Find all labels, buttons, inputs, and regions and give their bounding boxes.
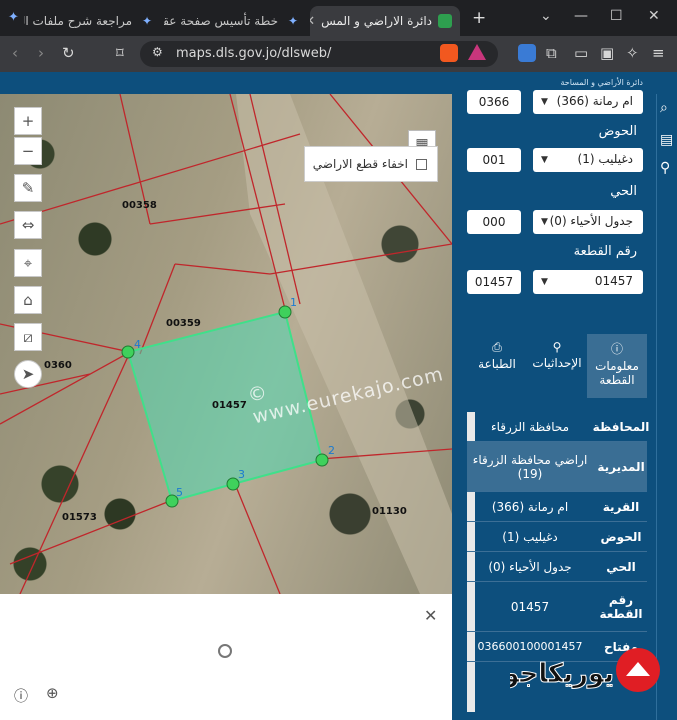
browser-tab-2[interactable]: ✦ خطة تأسيس صفحة عقار [164, 6, 306, 36]
side-rail: ⌕ ▤ ⚲ [656, 94, 677, 720]
leo-ai-icon[interactable]: ✧ [626, 44, 639, 62]
tab-favicon: ✦ [287, 14, 298, 28]
zoom-out-button[interactable]: − [14, 137, 42, 165]
info-popup: ✕ ⓘ ⊕ [0, 594, 452, 720]
logo-graphic: يوريكاجو [501, 648, 660, 692]
chevron-down-icon: ▼ [541, 277, 548, 287]
vertex-label: 4 [134, 338, 141, 351]
translate-icon[interactable] [518, 44, 536, 62]
draw-pencil-icon[interactable]: ✎ [14, 174, 42, 202]
chevron-down-icon: ▼ [541, 97, 548, 107]
zoom-in-button[interactable]: + [14, 107, 42, 135]
tab-title: خطة تأسيس صفحة عقار [164, 14, 278, 28]
brave-rewards-icon[interactable] [468, 44, 486, 60]
plot-number-input[interactable]: 01457 [467, 270, 521, 294]
table-row: المحافظة محافظة الزرقاء [467, 412, 649, 442]
tab-plot-info[interactable]: ⓘ معلومات القطعة [587, 334, 647, 398]
table-row: الحي جدول الأحياء (0) [467, 552, 647, 582]
menu-icon[interactable]: ≡ [652, 44, 665, 62]
forward-icon[interactable]: › [38, 44, 44, 62]
district-label: الحي [610, 184, 637, 199]
browser-tab-1[interactable]: ✦ مراجعة شرح ملفات الدرس [24, 6, 160, 36]
parcel-label: 00358 [122, 200, 157, 211]
minimize-icon[interactable]: — [574, 8, 588, 24]
search-icon[interactable]: ⌕ [660, 100, 668, 116]
eurekajo-logo: يوريكاجو [501, 644, 660, 694]
hide-parcels-toggle[interactable]: اخفاء قطع الاراضي [304, 146, 438, 182]
info-icon: ⓘ [610, 342, 623, 356]
close-tab-icon[interactable]: ✕ [310, 14, 315, 29]
info-icon[interactable]: ⓘ [14, 686, 28, 706]
map-canvas[interactable]: 00358 00359 0360 01457 01573 01130 1 2 3… [0, 94, 452, 594]
tab-favicon [438, 14, 452, 28]
layers-icon[interactable]: ▤ [660, 132, 673, 148]
window-close-icon[interactable]: ✕ [648, 8, 660, 24]
basin-select[interactable]: دغيليب (1) ▼ [533, 148, 643, 172]
app-header-title: دائرة الأراضي و المساحة [560, 78, 643, 87]
village-number-input[interactable]: 0366 [467, 90, 521, 114]
district-select[interactable]: جدول الأحياء (0) ▼ [533, 210, 643, 234]
bookmark-icon[interactable]: ⌑ [116, 44, 124, 62]
table-row: رقم القطعة 01457 [467, 582, 647, 632]
basin-label: الحوض [598, 124, 637, 139]
tab-print[interactable]: ⎙ الطباعة [467, 334, 527, 398]
basin-number-input[interactable]: 001 [467, 148, 521, 172]
tab-favicon: ✦ [141, 14, 152, 28]
compass-north-icon[interactable]: ➤ [14, 360, 42, 388]
close-icon[interactable]: ✕ [424, 606, 437, 625]
chevron-down-icon: ▼ [541, 217, 548, 227]
parcel-label: 0360 [44, 360, 72, 371]
logo-text: يوريكاجو [510, 659, 614, 689]
chevron-down-icon: ▼ [541, 155, 548, 165]
info-tabs: ⓘ معلومات القطعة ⚲ الإحداثيات ⎙ الطباعة [467, 334, 647, 398]
table-row: الحوض دغيليب (1) [467, 522, 647, 552]
plot-select[interactable]: 01457 ▼ [533, 270, 643, 294]
tab-title: دائرة الاراضي و المس [321, 14, 432, 28]
home-icon[interactable]: ⌂ [14, 286, 42, 314]
url-text: maps.dls.gov.jo/dlsweb/ [176, 46, 332, 61]
parcel-label: 01130 [372, 506, 407, 517]
area-select-icon[interactable]: ⧄ [14, 323, 42, 351]
maximize-icon[interactable]: ☐ [610, 8, 623, 24]
locate-crosshair-icon[interactable]: ⌖ [14, 249, 42, 277]
site-info-icon[interactable]: ⚙ [152, 45, 163, 59]
tab-title: مراجعة شرح ملفات الدرس [24, 14, 132, 28]
hide-parcels-checkbox[interactable] [416, 158, 427, 170]
tab-list-icon[interactable]: ✦ [8, 10, 19, 25]
loading-spinner-icon [218, 644, 232, 658]
split-view-icon[interactable]: ▭ [574, 44, 588, 62]
tab-coordinates[interactable]: ⚲ الإحداثيات [527, 334, 587, 398]
zoom-to-icon[interactable]: ⊕ [46, 684, 59, 702]
search-panel: ام رمانة (366) ▼ 0366 الحوض دغيليب (1) ▼ 0… [455, 90, 655, 720]
parcel-label-selected: 01457 [212, 400, 247, 411]
vertex-label: 5 [176, 486, 183, 499]
wallet-icon[interactable]: ▣ [600, 44, 614, 62]
parcel-label: 01573 [62, 512, 97, 523]
browser-toolbar: ‹ › ↻ ⌑ ⚙ maps.dls.gov.jo/dlsweb/ ⧉ ▭ ▣ … [0, 36, 677, 72]
hide-parcels-label: اخفاء قطع الاراضي [312, 157, 408, 171]
measure-icon[interactable]: ⇔ [14, 211, 42, 239]
new-tab-button[interactable]: + [472, 8, 486, 28]
table-row: المديرية اراضي محافظة الزرقاء (19) [467, 442, 647, 492]
app-root: دائرة الأراضي و المساحة 00358 00359 0360… [0, 72, 677, 720]
village-select[interactable]: ام رمانة (366) ▼ [533, 90, 643, 114]
browser-tab-bar: ✦ ✦ مراجعة شرح ملفات الدرس ✦ خطة تأسيس ص… [0, 0, 677, 36]
reload-icon[interactable]: ↻ [62, 44, 75, 62]
brave-shield-icon[interactable] [440, 44, 458, 62]
back-icon[interactable]: ‹ [12, 44, 18, 62]
print-icon: ⎙ [492, 340, 502, 354]
plot-label: رقم القطعة [573, 244, 637, 259]
vertex-label: 3 [238, 468, 245, 481]
table-row: القرية ام رمانة (366) [467, 492, 647, 522]
parcel-label: 00359 [166, 318, 201, 329]
location-pin-icon: ⚲ [552, 340, 562, 354]
location-pin-icon[interactable]: ⚲ [660, 160, 670, 176]
vertex-label: 1 [290, 296, 297, 309]
browser-tab-active[interactable]: دائرة الاراضي و المس ✕ [310, 6, 460, 36]
vertex-label: 2 [328, 444, 335, 457]
district-number-input[interactable]: 000 [467, 210, 521, 234]
tab-search-chevron-icon[interactable]: ⌄ [540, 8, 552, 24]
extensions-icon[interactable]: ⧉ [546, 44, 557, 62]
plot-details-table: المحافظة محافظة الزرقاء المديرية اراضي م… [467, 412, 649, 662]
